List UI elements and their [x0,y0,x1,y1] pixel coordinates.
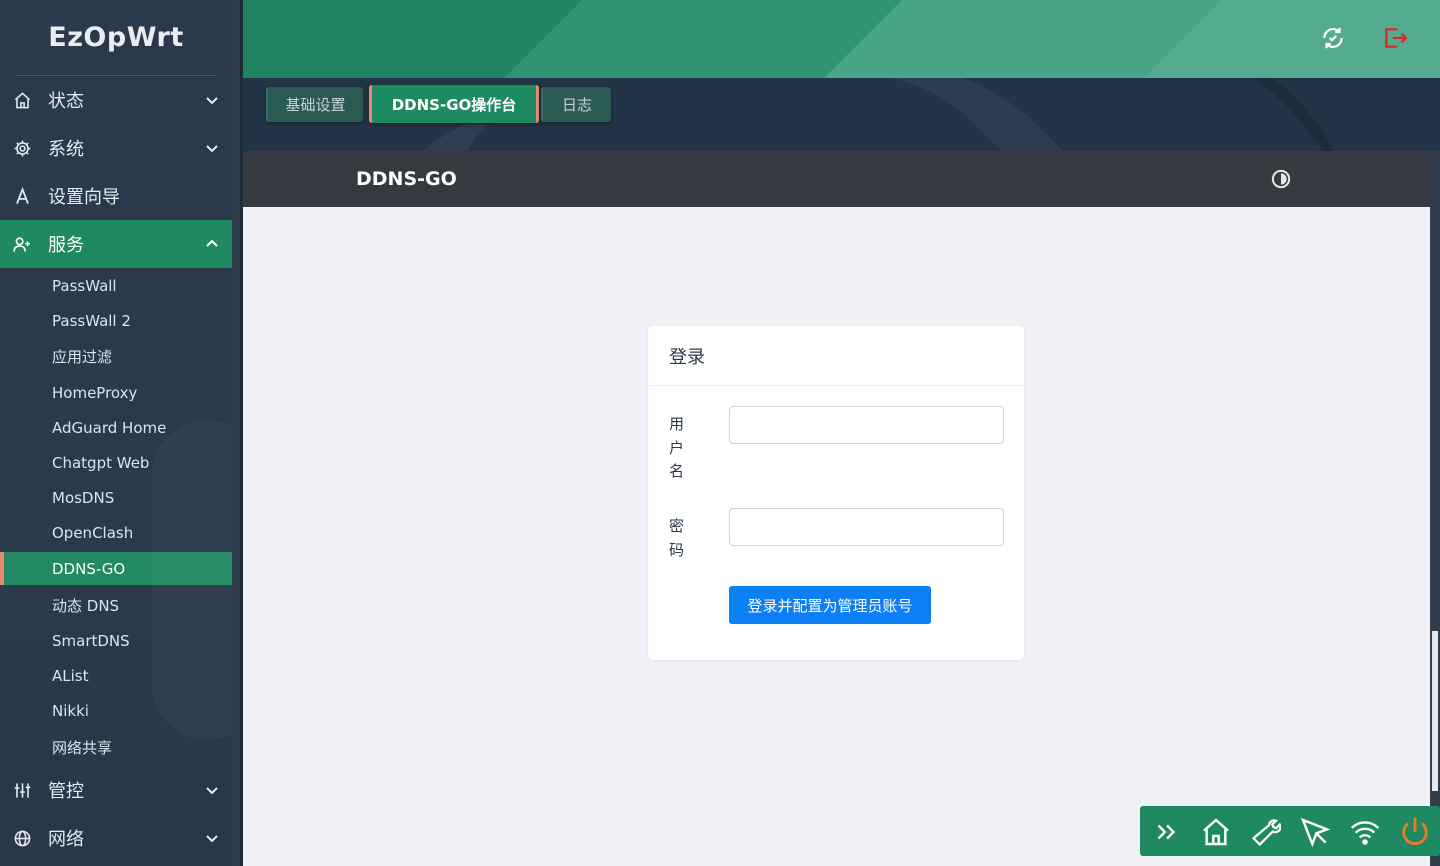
refresh-icon[interactable] [1319,24,1347,52]
chevron-down-icon [206,835,218,843]
username-label: 用户名 [669,415,685,480]
chevron-up-icon [206,239,218,247]
tab-ddns-go-console[interactable]: DDNS-GO操作台 [369,85,539,123]
chevron-down-icon [206,145,218,153]
menu-group-label: 状态 [48,91,84,112]
content-scrollbar[interactable] [1430,151,1440,866]
login-card: 登录 用户名 密码 登录并配置为管理员账号 [648,326,1024,660]
login-submit-button[interactable]: 登录并配置为管理员账号 [729,586,931,624]
menu-group-control[interactable]: 管控 [0,766,232,814]
brand-logo: EzOpWrt [16,0,216,76]
menu-group-label: 网络 [48,829,84,850]
wizard-icon [12,186,32,206]
chevron-down-icon [206,97,218,105]
sidebar-item-chatgpt-web[interactable]: Chatgpt Web [0,445,232,480]
quick-toolbar [1140,806,1440,856]
home-icon [12,90,32,110]
sidebar-scrollbar[interactable] [232,0,243,866]
tab-bar: 基础设置 DDNS-GO操作台 日志 [243,78,1440,151]
globe-icon [12,828,32,848]
wrench-icon[interactable] [1249,815,1283,849]
sidebar-item-passwall[interactable]: PassWall [0,268,232,303]
menu-group-label: 管控 [48,781,84,802]
username-field[interactable] [729,406,1004,444]
sidebar-item-network-share[interactable]: 网络共享 [0,728,232,766]
login-title: 登录 [648,326,1024,386]
sidebar-item-nikki[interactable]: Nikki [0,693,232,728]
tab-basic-settings[interactable]: 基础设置 [266,87,363,122]
sidebar-item-smartdns[interactable]: SmartDNS [0,623,232,658]
send-icon[interactable] [1298,815,1332,849]
top-header [243,0,1440,78]
menu-group-network[interactable]: 网络 [0,814,232,862]
logout-icon[interactable] [1381,24,1409,52]
sidebar-item-homeproxy[interactable]: HomeProxy [0,375,232,410]
sidebar-item-app-filter[interactable]: 应用过滤 [0,338,232,375]
user-plus-icon [12,234,32,254]
password-field[interactable] [729,508,1004,546]
sidebar: EzOpWrt 状态 系统 设置向导 服务 PassWall PassWall … [0,0,232,866]
tab-log[interactable]: 日志 [541,87,611,122]
menu-group-services[interactable]: 服务 [0,220,232,268]
menu-group-system[interactable]: 系统 [0,124,232,172]
panel-title-bar: DDNS-GO [243,151,1430,207]
sidebar-item-adguard-home[interactable]: AdGuard Home [0,410,232,445]
chevron-down-icon [206,787,218,795]
gear-icon [12,138,32,158]
menu-group-label: 设置向导 [48,187,120,208]
power-icon[interactable] [1398,815,1432,849]
sidebar-item-alist[interactable]: AList [0,658,232,693]
services-submenu: PassWall PassWall 2 应用过滤 HomeProxy AdGua… [0,268,232,766]
wifi-icon[interactable] [1348,815,1382,849]
sidebar-item-passwall2[interactable]: PassWall 2 [0,303,232,338]
sidebar-item-openclash[interactable]: OpenClash [0,515,232,550]
sidebar-item-dynamic-dns[interactable]: 动态 DNS [0,588,232,623]
sidebar-item-ddns-go[interactable]: DDNS-GO [0,552,232,585]
sliders-icon [12,780,32,800]
page-title: DDNS-GO [356,168,457,190]
home-icon[interactable] [1199,815,1233,849]
theme-toggle-icon[interactable] [1270,168,1292,190]
sidebar-item-mosdns[interactable]: MosDNS [0,480,232,515]
menu-group-status[interactable]: 状态 [0,76,232,124]
menu-group-label: 服务 [48,235,84,256]
double-chevron-right-icon[interactable] [1149,815,1183,849]
content-area: 登录 用户名 密码 登录并配置为管理员账号 [243,207,1430,866]
menu-group-wizard[interactable]: 设置向导 [0,172,232,220]
password-label: 密码 [669,517,685,559]
menu-group-label: 系统 [48,139,84,160]
